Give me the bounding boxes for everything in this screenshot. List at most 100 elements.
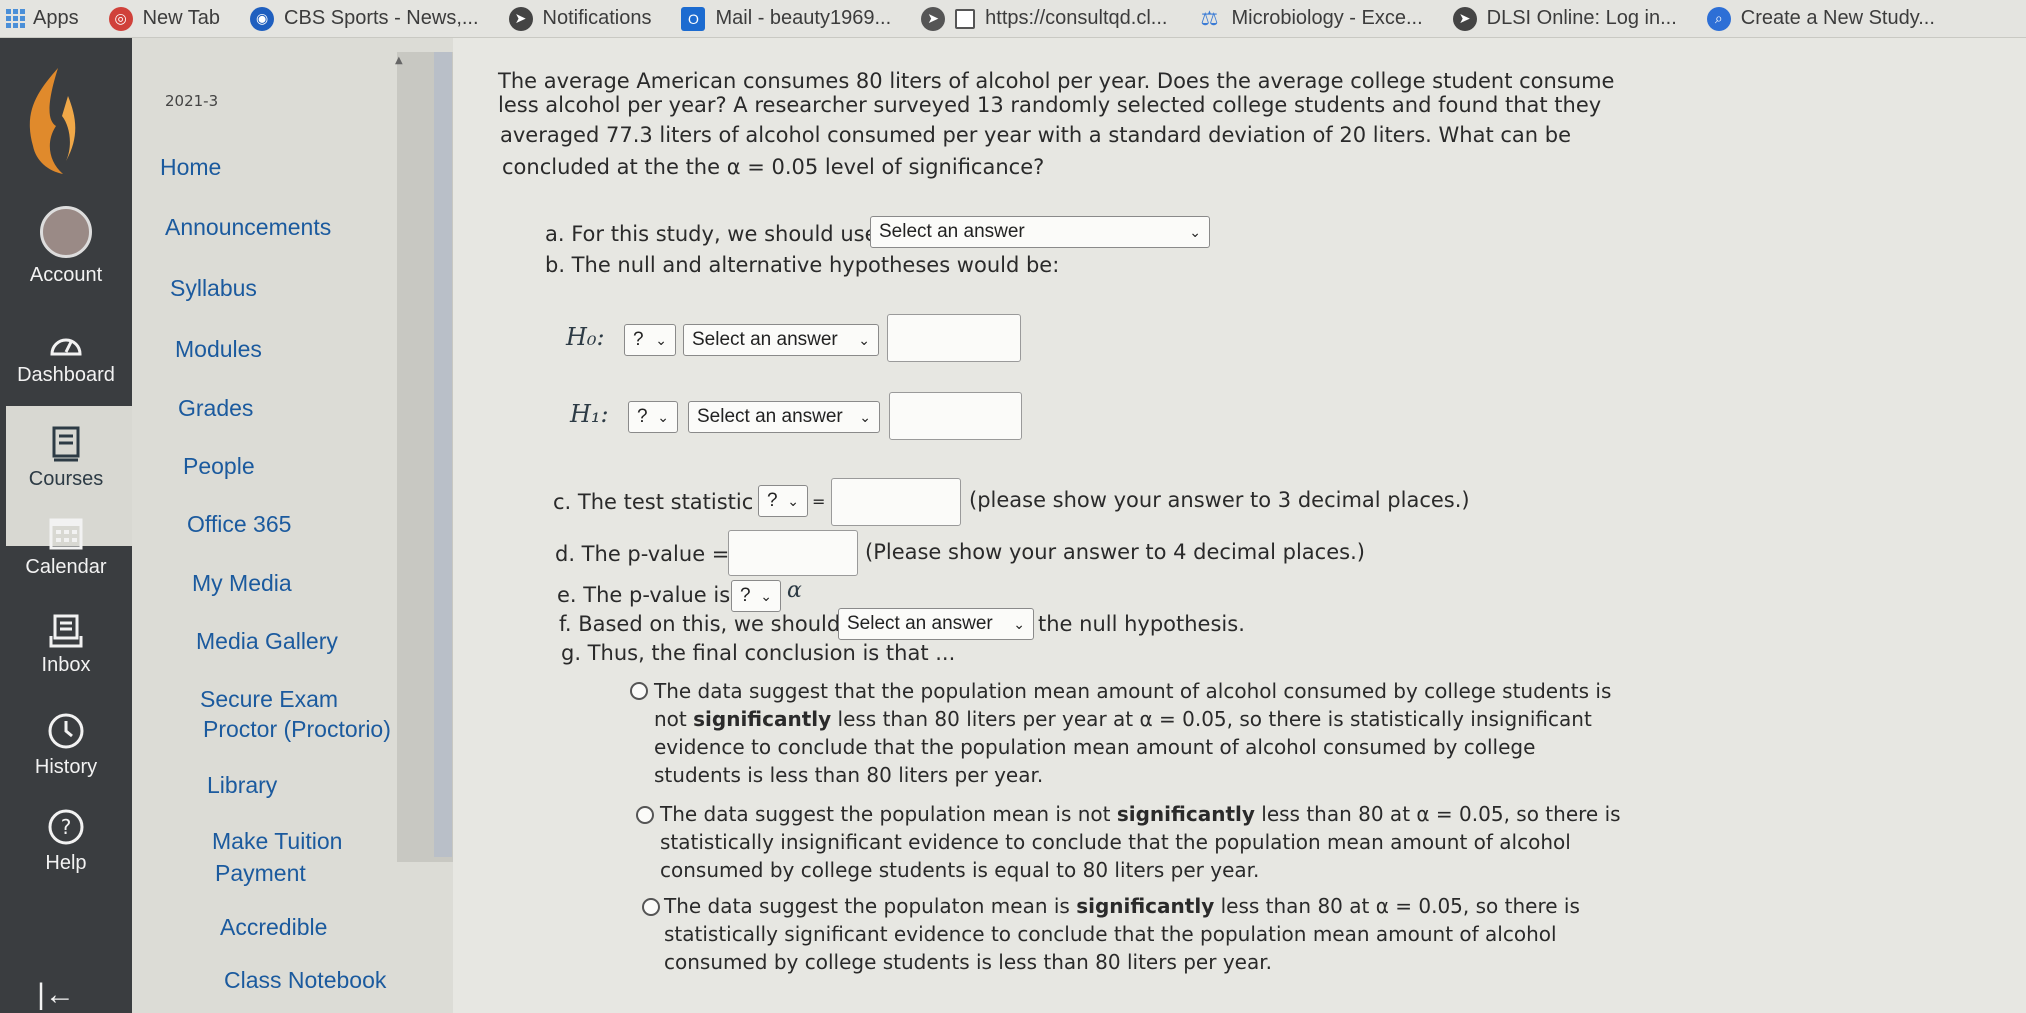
cbs-icon: ◉: [250, 6, 275, 31]
null-decision-select[interactable]: Select an answer ⌄: [838, 608, 1034, 640]
course-nav-grades[interactable]: Grades: [178, 392, 253, 424]
conclusion-radio-3[interactable]: [642, 898, 660, 916]
h1-value-input[interactable]: [889, 392, 1022, 440]
bookmark-mail[interactable]: O Mail - beauty1969...: [681, 6, 891, 31]
nav-calendar[interactable]: Calendar: [0, 516, 132, 579]
test-statistic-input[interactable]: [831, 478, 961, 526]
conclusion-option-3: The data suggest the populaton mean is s…: [664, 892, 1580, 976]
part-g-label: g. Thus, the final conclusion is that ..…: [561, 641, 956, 665]
nav-inbox[interactable]: Inbox: [0, 614, 132, 677]
course-term: 2021-3: [165, 92, 219, 110]
bookmark-notifications[interactable]: ➤ Notifications: [508, 6, 652, 31]
bookmark-label: Notifications: [542, 7, 652, 29]
bookmark-dlsi[interactable]: ➤ DLSI Online: Log in...: [1452, 6, 1677, 31]
calendar-icon: [49, 518, 83, 550]
chevron-down-icon: ⌄: [859, 408, 871, 425]
course-nav-media-gallery[interactable]: Media Gallery: [196, 625, 338, 657]
option-text: The data suggest the population mean is …: [660, 802, 1621, 826]
h0-label: H₀:: [566, 323, 605, 351]
bookmark-label: Create a New Study...: [1740, 7, 1935, 29]
chevron-down-icon: ⌄: [1189, 223, 1201, 240]
course-nav-library[interactable]: Library: [207, 769, 277, 801]
bookmark-cbs-sports[interactable]: ◉ CBS Sports - News,...: [250, 6, 479, 31]
course-nav-payment[interactable]: Payment: [215, 857, 306, 889]
scroll-up-arrow-icon[interactable]: ▲: [395, 55, 403, 66]
part-b-label: b. The null and alternative hypotheses w…: [545, 253, 1060, 277]
chevron-down-icon: ⌄: [787, 492, 799, 509]
h1-parameter-select[interactable]: ? ⌄: [628, 401, 678, 433]
nav-dashboard[interactable]: Dashboard: [0, 328, 132, 387]
bookmark-apps[interactable]: Apps: [6, 7, 79, 30]
nav-dashboard-label: Dashboard: [17, 364, 115, 386]
conclusion-radio-1[interactable]: [630, 682, 648, 700]
course-nav-announcements[interactable]: Announcements: [165, 211, 331, 243]
nav-account-label: Account: [29, 264, 103, 286]
chevron-down-icon: ⌄: [1013, 615, 1025, 632]
test-statistic-select[interactable]: ? ⌄: [758, 485, 808, 517]
chevron-down-icon: ⌄: [657, 408, 669, 425]
course-nav-people[interactable]: People: [183, 450, 255, 482]
course-nav-make-tuition[interactable]: Make Tuition: [212, 825, 342, 857]
option-text: evidence to conclude that the population…: [654, 735, 1536, 759]
bookmark-label: DLSI Online: Log in...: [1486, 7, 1677, 29]
inbox-icon: [49, 614, 83, 648]
option-text: statistically insignificant evidence to …: [660, 830, 1571, 854]
part-e-label: e. The p-value is: [557, 583, 731, 607]
nav-courses-label: Courses: [28, 468, 104, 490]
option-text: consumed by college students is equal to…: [660, 858, 1260, 882]
nav-help[interactable]: ? Help: [0, 808, 132, 875]
alpha-symbol: α: [787, 578, 802, 603]
bookmark-microbiology[interactable]: ⚖ Microbiology - Exce...: [1197, 7, 1423, 31]
select-value: Select an answer: [847, 613, 993, 634]
chevron-down-icon: ⌄: [858, 331, 870, 348]
course-nav-office365[interactable]: Office 365: [187, 508, 291, 540]
nav-history[interactable]: History: [0, 712, 132, 779]
select-value: Select an answer: [692, 329, 838, 350]
page-icon: [955, 8, 976, 29]
bookmark-label: CBS Sports - News,...: [284, 7, 479, 29]
p-value-compare-select[interactable]: ? ⌄: [731, 580, 781, 612]
option-text: statistically significant evidence to co…: [664, 922, 1557, 946]
help-icon: ?: [48, 809, 84, 845]
course-nav-secure-exam[interactable]: Secure Exam: [200, 683, 338, 715]
bookmarks-bar: Apps ◎ New Tab ◉ CBS Sports - News,... ➤…: [0, 0, 2026, 38]
course-nav-accredible[interactable]: Accredible: [220, 911, 327, 943]
course-nav-proctorio[interactable]: Proctor (Proctorio): [203, 713, 391, 745]
course-nav-home[interactable]: Home: [160, 151, 221, 183]
collapse-nav-icon[interactable]: |←: [0, 978, 122, 1012]
part-d-note: (Please show your answer to 4 decimal pl…: [865, 540, 1365, 564]
question-line-4: concluded at the the α = 0.05 level of s…: [502, 155, 1045, 179]
history-clock-icon: [48, 713, 84, 749]
nav-courses[interactable]: Courses: [0, 426, 132, 491]
chevron-down-icon: ⌄: [760, 587, 772, 604]
course-nav-modules[interactable]: Modules: [175, 333, 262, 365]
scrollbar-thumb[interactable]: [434, 52, 452, 857]
equals-sign: =: [812, 492, 826, 511]
bookmark-consultqd[interactable]: ➤ https://consultqd.cl...: [921, 6, 1167, 31]
select-value: Select an answer: [697, 406, 843, 427]
conclusion-option-1: The data suggest that the population mea…: [654, 677, 1611, 789]
conclusion-radio-2[interactable]: [636, 806, 654, 824]
nav-history-label: History: [34, 756, 98, 778]
bookmark-create-study[interactable]: ⌕ Create a New Study...: [1706, 6, 1935, 31]
p-value-input[interactable]: [728, 530, 858, 576]
conclusion-option-2: The data suggest the population mean is …: [660, 800, 1621, 884]
course-nav-syllabus[interactable]: Syllabus: [170, 272, 257, 304]
h1-operator-select[interactable]: Select an answer ⌄: [688, 401, 880, 433]
question-line-2: less alcohol per year? A researcher surv…: [498, 93, 1602, 117]
global-nav: Account Dashboard Courses Calendar Inbox…: [0, 38, 132, 1013]
option-text: The data suggest that the population mea…: [654, 679, 1612, 703]
apps-grid-icon: [6, 9, 25, 28]
bookmark-new-tab[interactable]: ◎ New Tab: [108, 6, 221, 31]
bookmark-label: New Tab: [142, 7, 221, 29]
option-text: not significantly less than 80 liters pe…: [654, 707, 1592, 731]
study-type-select[interactable]: Select an answer ⌄: [870, 216, 1210, 248]
h0-parameter-select[interactable]: ? ⌄: [624, 324, 676, 356]
h0-value-input[interactable]: [887, 314, 1021, 362]
nav-account[interactable]: Account: [0, 206, 132, 287]
course-nav-class-notebook[interactable]: Class Notebook: [224, 964, 386, 996]
dashboard-icon: [50, 338, 82, 356]
h0-operator-select[interactable]: Select an answer ⌄: [683, 324, 879, 356]
course-nav-my-media[interactable]: My Media: [192, 567, 292, 599]
select-value: ?: [637, 406, 648, 427]
